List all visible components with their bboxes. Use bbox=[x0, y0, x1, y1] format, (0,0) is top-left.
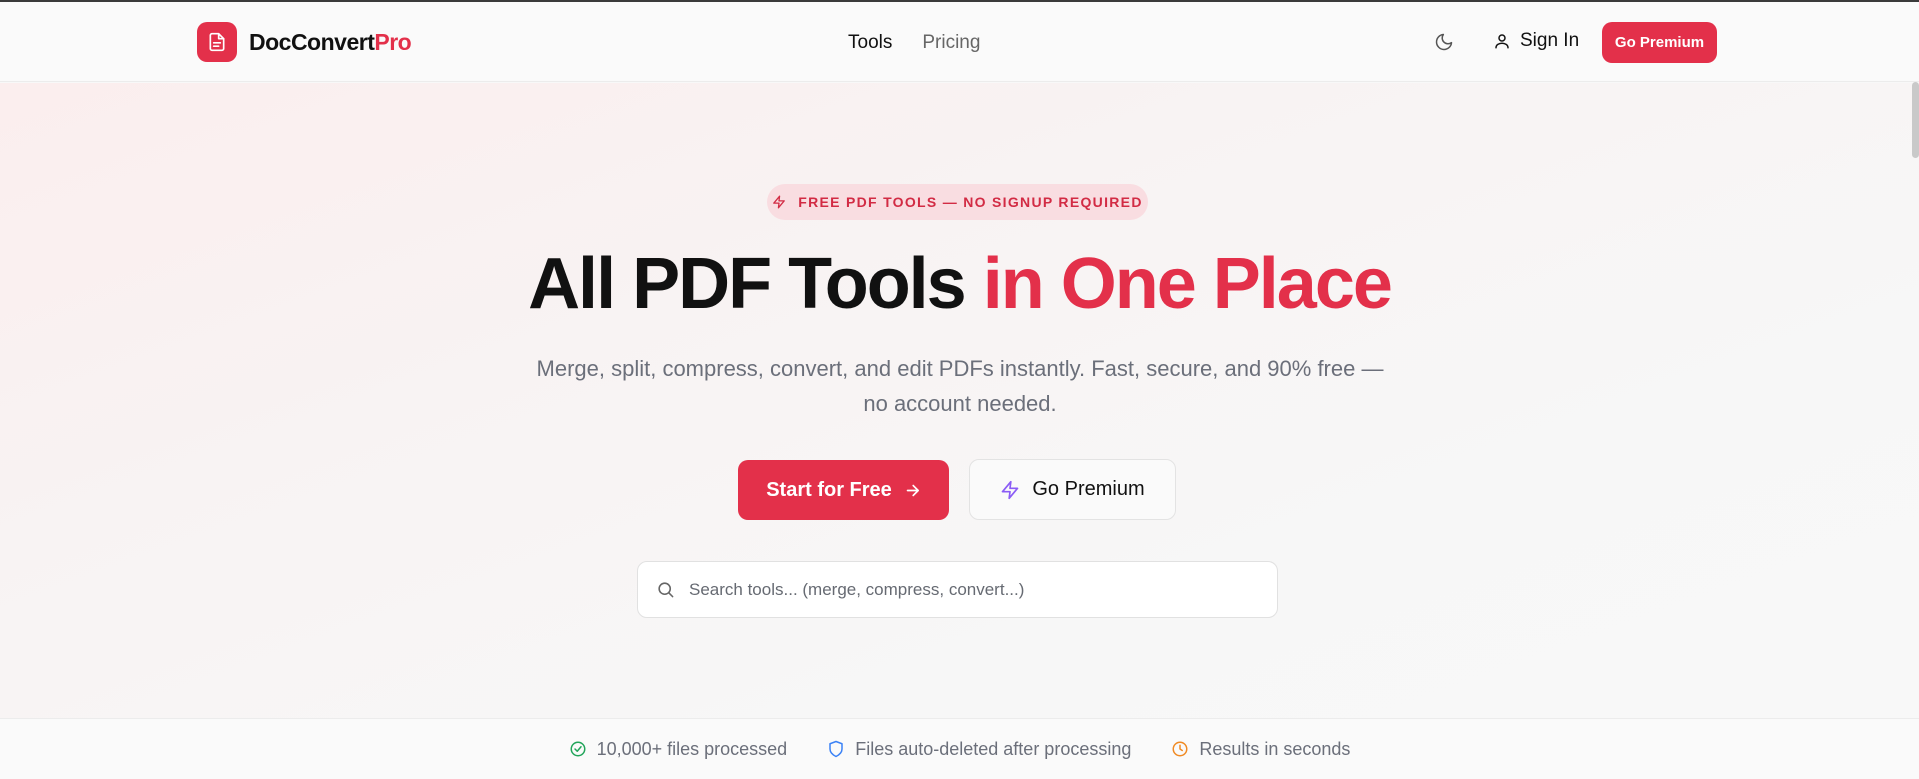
search-box bbox=[637, 561, 1278, 618]
sign-in-label: Sign In bbox=[1520, 30, 1580, 51]
search-icon bbox=[656, 580, 675, 599]
stat-label: Files auto-deleted after processing bbox=[855, 738, 1132, 759]
moon-icon[interactable] bbox=[1434, 32, 1454, 52]
stat-auto-deleted: Files auto-deleted after processing bbox=[827, 739, 1131, 760]
document-icon bbox=[197, 22, 237, 62]
hero-section: FREE PDF TOOLS — NO SIGNUP REQUIRED All … bbox=[0, 83, 1919, 719]
stat-files-processed: 10,000+ files processed bbox=[569, 738, 788, 760]
clock-icon bbox=[1171, 740, 1189, 758]
check-circle-icon bbox=[569, 740, 587, 758]
go-premium-label: Go Premium bbox=[1032, 478, 1145, 500]
start-for-free-label: Start for Free bbox=[766, 478, 892, 501]
search-input[interactable] bbox=[689, 579, 1277, 600]
hero-title: All PDF Tools in One Place bbox=[0, 243, 1919, 325]
hero-subtitle: Merge, split, compress, convert, and edi… bbox=[536, 356, 1384, 416]
main-nav: Tools Pricing bbox=[848, 32, 980, 54]
hero-title-accent: in One Place bbox=[982, 244, 1393, 324]
stat-label: 10,000+ files processed bbox=[596, 738, 788, 759]
logo[interactable]: DocConvertPro bbox=[197, 22, 412, 62]
go-premium-button[interactable]: Go Premium bbox=[969, 459, 1176, 520]
nav-pricing[interactable]: Pricing bbox=[922, 32, 980, 54]
hero-title-main: All PDF Tools bbox=[528, 244, 967, 324]
page-scrollbar[interactable] bbox=[1912, 82, 1919, 158]
sign-in-button[interactable]: Sign In bbox=[1493, 30, 1579, 52]
stats-strip: 10,000+ files processed Files auto-delet… bbox=[0, 718, 1919, 779]
free-tools-badge: FREE PDF TOOLS — NO SIGNUP REQUIRED bbox=[767, 184, 1148, 220]
user-icon bbox=[1493, 32, 1511, 50]
stat-label: Results in seconds bbox=[1199, 738, 1351, 759]
start-for-free-button[interactable]: Start for Free bbox=[738, 460, 949, 520]
shield-icon bbox=[827, 740, 845, 758]
arrow-right-icon bbox=[904, 482, 921, 499]
logo-suffix: Pro bbox=[374, 28, 412, 55]
nav-tools[interactable]: Tools bbox=[848, 32, 892, 54]
site-header: DocConvertPro Tools Pricing Sign In Go P… bbox=[0, 2, 1919, 82]
stat-results-speed: Results in seconds bbox=[1171, 739, 1350, 760]
lightning-icon bbox=[1000, 480, 1020, 500]
logo-name: DocConvert bbox=[249, 28, 375, 55]
header-premium-button[interactable]: Go Premium bbox=[1602, 22, 1717, 63]
logo-text: DocConvertPro bbox=[249, 28, 412, 56]
badge-text: FREE PDF TOOLS — NO SIGNUP REQUIRED bbox=[798, 194, 1143, 210]
lightning-icon bbox=[772, 195, 786, 209]
